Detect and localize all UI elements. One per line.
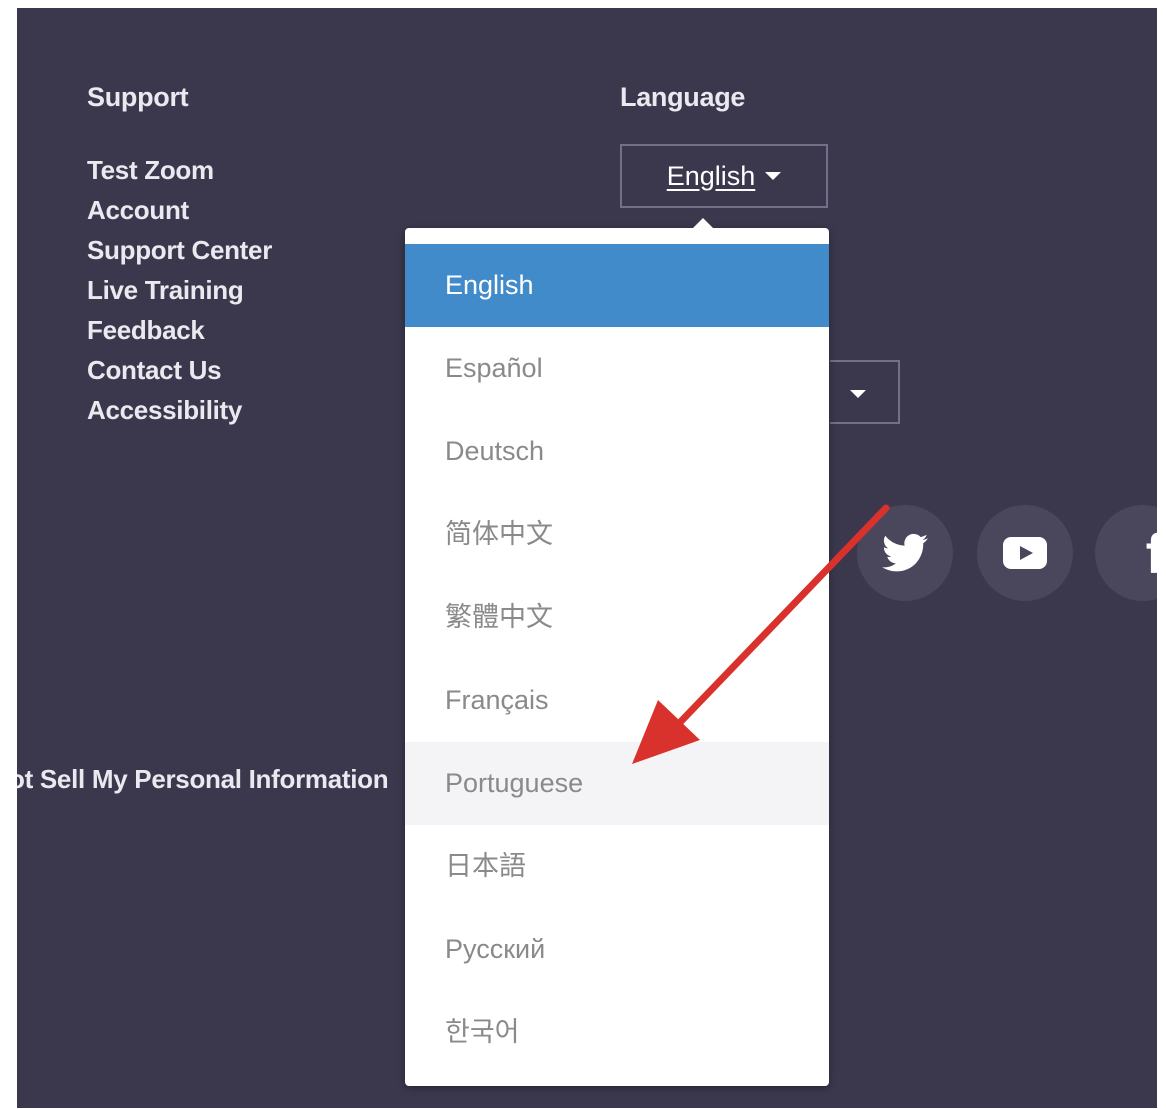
language-option-portuguese[interactable]: Portuguese <box>405 742 829 825</box>
twitter-button[interactable] <box>857 505 953 601</box>
footer: Support Test Zoom Account Support Center… <box>17 8 1157 1108</box>
link-contact-us[interactable]: Contact Us <box>87 350 272 390</box>
language-option-simplified-chinese[interactable]: 简体中文 <box>405 493 829 576</box>
language-option-russian[interactable]: Русский <box>405 908 829 991</box>
chevron-down-icon <box>850 390 866 398</box>
language-dropdown-button[interactable]: English <box>620 144 828 208</box>
language-option-traditional-chinese[interactable]: 繁體中文 <box>405 576 829 659</box>
language-option-japanese[interactable]: 日本語 <box>405 825 829 908</box>
link-accessibility[interactable]: Accessibility <box>87 390 272 430</box>
youtube-button[interactable] <box>977 505 1073 601</box>
language-options: English Español Deutsch 简体中文 繁體中文 França… <box>405 228 829 1074</box>
twitter-icon <box>882 533 928 572</box>
language-selected-label: English <box>666 160 756 191</box>
link-support-center[interactable]: Support Center <box>87 230 272 270</box>
language-option-english[interactable]: English <box>405 244 829 327</box>
link-live-training[interactable]: Live Training <box>87 270 272 310</box>
youtube-icon <box>1003 537 1047 569</box>
link-feedback[interactable]: Feedback <box>87 310 272 350</box>
language-heading: Language <box>620 82 746 112</box>
chevron-down-icon <box>765 172 782 180</box>
facebook-icon: f <box>1145 521 1157 585</box>
language-option-espanol[interactable]: Español <box>405 327 829 410</box>
language-option-francais[interactable]: Français <box>405 659 829 742</box>
support-links: Test Zoom Account Support Center Live Tr… <box>87 150 272 430</box>
support-heading: Support <box>87 82 189 112</box>
language-dropdown-menu: English Español Deutsch 简体中文 繁體中文 França… <box>405 218 829 1086</box>
link-test-zoom[interactable]: Test Zoom <box>87 150 272 190</box>
language-option-deutsch[interactable]: Deutsch <box>405 410 829 493</box>
currency-dropdown-button[interactable] <box>830 360 900 424</box>
facebook-button[interactable]: f <box>1095 505 1157 601</box>
link-account[interactable]: Account <box>87 190 272 230</box>
language-option-korean[interactable]: 한국어 <box>405 991 829 1074</box>
do-not-sell-link[interactable]: ot Sell My Personal Information <box>17 764 389 795</box>
